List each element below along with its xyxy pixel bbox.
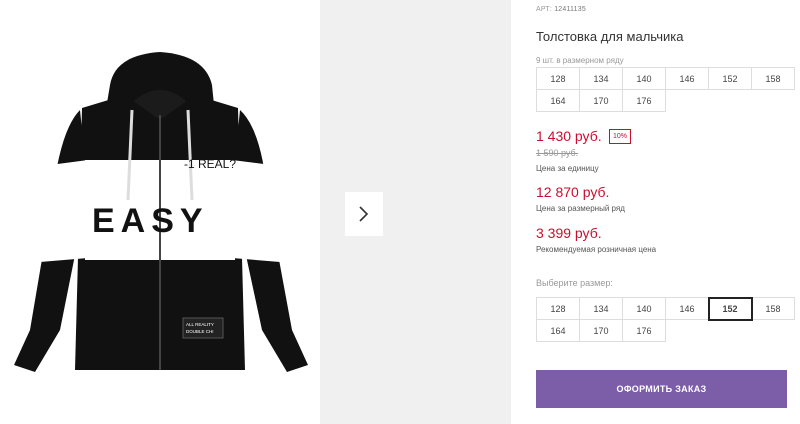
order-button[interactable]: ОФОРМИТЬ ЗАКАЗ — [536, 370, 787, 408]
svg-text:-1 REAL?: -1 REAL? — [184, 157, 236, 171]
size-option-140[interactable]: 140 — [623, 298, 666, 320]
column-divider — [510, 0, 511, 424]
size-option-176[interactable]: 176 — [623, 320, 666, 342]
svg-text:DOUBLE CHI: DOUBLE CHI — [186, 329, 214, 334]
product-title: Толстовка для мальчика — [536, 29, 684, 44]
sku-label: АРТ: — [536, 6, 553, 13]
retail-price-label: Рекомендуемая розничная цена — [536, 245, 657, 254]
size-row-note: 9 шт. в размерном ряду — [536, 56, 624, 65]
size-row-cell: 134 — [580, 68, 623, 90]
discount-badge: 10% — [609, 129, 632, 144]
product-photo[interactable]: -1 REAL? EASY ALL REALITY DOUBLE CHI — [0, 0, 320, 424]
size-row-grid: 128 134 140 146 152 158 164 170 176 — [536, 67, 795, 112]
range-price-label: Цена за размерный ряд — [536, 204, 625, 213]
unit-price: 1 430 руб. — [536, 128, 602, 144]
size-row-cell: 164 — [537, 90, 580, 112]
old-price: 1 590 руб. — [536, 148, 579, 158]
hoodie-image: -1 REAL? EASY ALL REALITY DOUBLE CHI — [14, 52, 308, 372]
product-gallery: -1 REAL? EASY ALL REALITY DOUBLE CHI — [0, 0, 510, 424]
size-row-cell: 146 — [666, 68, 709, 90]
svg-text:ALL REALITY: ALL REALITY — [186, 322, 214, 327]
size-option-128[interactable]: 128 — [537, 298, 580, 320]
choose-size-label: Выберите размер: — [536, 278, 613, 288]
size-option-158[interactable]: 158 — [752, 298, 795, 320]
sku-value: 12411135 — [554, 6, 586, 13]
range-price: 12 870 руб. — [536, 184, 610, 200]
size-option-170[interactable]: 170 — [580, 320, 623, 342]
size-selector: 128 134 140 146 152 158 164 170 176 — [536, 297, 795, 342]
size-option-152[interactable]: 152 — [708, 297, 753, 321]
chevron-right-icon — [359, 206, 369, 222]
product-page: -1 REAL? EASY ALL REALITY DOUBLE CHI АРТ… — [0, 0, 800, 424]
size-row-cell: 140 — [623, 68, 666, 90]
sku: АРТ: 12411135 — [536, 6, 586, 13]
size-row-cell: 176 — [623, 90, 666, 112]
svg-text:EASY: EASY — [92, 202, 209, 240]
unit-price-label: Цена за единицу — [536, 164, 599, 173]
size-row-cell: 152 — [709, 68, 752, 90]
size-option-146[interactable]: 146 — [666, 298, 709, 320]
size-row-cell: 170 — [580, 90, 623, 112]
gallery-next-button[interactable] — [345, 192, 383, 236]
retail-price: 3 399 руб. — [536, 225, 602, 241]
size-row-cell: 158 — [752, 68, 795, 90]
size-row-cell: 128 — [537, 68, 580, 90]
size-option-164[interactable]: 164 — [537, 320, 580, 342]
size-option-134[interactable]: 134 — [580, 298, 623, 320]
